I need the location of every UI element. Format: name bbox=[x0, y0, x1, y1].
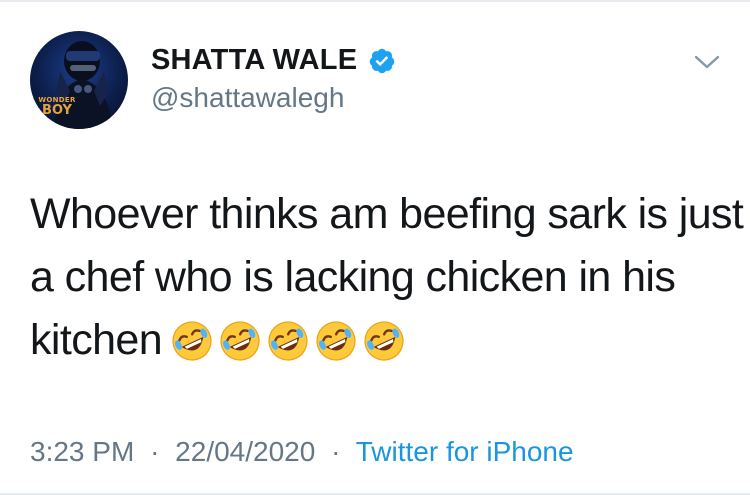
chevron-down-icon[interactable] bbox=[692, 52, 722, 72]
rolling-laughing-emoji-icon bbox=[220, 321, 260, 361]
display-name[interactable]: SHATTA WALE bbox=[151, 44, 357, 77]
rolling-laughing-emoji-icon bbox=[316, 321, 356, 361]
tweet-text: Whoever thinks am beefing sark is just a… bbox=[30, 183, 744, 372]
tweet-text-last-word: kitchen bbox=[30, 316, 163, 364]
tweet-text-line: Whoever thinks am beefing sark is just bbox=[30, 190, 744, 238]
meta-separator: · bbox=[150, 436, 160, 467]
tweet-text-line: kitchen bbox=[30, 309, 730, 372]
tweet-metadata: 3:23 PM · 22/04/2020 · Twitter for iPhon… bbox=[30, 436, 574, 468]
rolling-laughing-emoji-icon bbox=[172, 321, 212, 361]
tweet-time[interactable]: 3:23 PM bbox=[30, 436, 134, 467]
tweet-date[interactable]: 22/04/2020 bbox=[175, 436, 315, 467]
author-block[interactable]: SHATTA WALE bbox=[151, 44, 396, 77]
tweet-source-link[interactable]: Twitter for iPhone bbox=[356, 436, 574, 467]
meta-separator: · bbox=[331, 436, 341, 467]
verified-badge-icon bbox=[369, 48, 394, 73]
avatar[interactable]: WONDER BOY bbox=[30, 31, 128, 129]
rolling-laughing-emoji-icon bbox=[364, 321, 404, 361]
emoji-row bbox=[170, 307, 410, 370]
author-handle[interactable]: @shattawalegh bbox=[151, 82, 344, 114]
rolling-laughing-emoji-icon bbox=[268, 321, 308, 361]
top-divider bbox=[0, 0, 750, 2]
tweet-text-line: a chef who is lacking chicken in his bbox=[30, 253, 676, 301]
avatar-logo-text: WONDER BOY bbox=[38, 96, 76, 118]
